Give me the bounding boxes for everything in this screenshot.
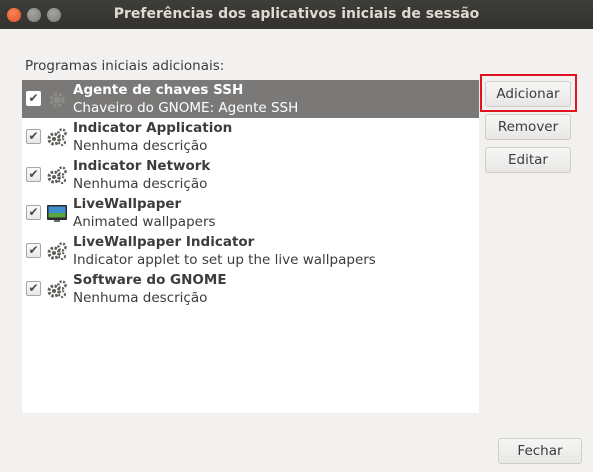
list-item[interactable]: ✔ LiveWallpaper Indicator Indicator appl… [22, 232, 479, 270]
add-button[interactable]: Adicionar [485, 81, 571, 107]
list-item[interactable]: ✔ Indicator Network Nenhuma descrição [22, 156, 479, 194]
program-description: Nenhuma descrição [73, 290, 208, 306]
list-item[interactable]: ✔ Software do GNOME Nenhuma descrição [22, 270, 479, 308]
title-bar: Preferências dos aplicativos iniciais de… [0, 0, 593, 29]
enable-checkbox[interactable]: ✔ [26, 167, 41, 182]
program-description: Animated wallpapers [73, 214, 216, 230]
gear-icon [47, 242, 67, 260]
program-description: Indicator applet to set up the live wall… [73, 252, 376, 268]
program-description: Nenhuma descrição [73, 138, 208, 154]
startup-programs-list[interactable]: ✔ Agente de chaves SSH Chaveiro do GNOME… [22, 80, 479, 413]
enable-checkbox[interactable]: ✔ [26, 91, 41, 106]
wallpaper-icon [47, 205, 67, 222]
edit-button[interactable]: Editar [485, 147, 571, 173]
program-description: Chaveiro do GNOME: Agente SSH [73, 100, 299, 116]
remove-button[interactable]: Remover [485, 114, 571, 140]
program-name: Agente de chaves SSH [73, 82, 244, 98]
list-item[interactable]: ✔ Agente de chaves SSH Chaveiro do GNOME… [22, 80, 479, 118]
window-title: Preferências dos aplicativos iniciais de… [113, 6, 480, 22]
gear-icon [49, 92, 65, 108]
program-name: Software do GNOME [73, 272, 227, 288]
list-item[interactable]: ✔ LiveWallpaper Animated wallpapers [22, 194, 479, 232]
program-name: Indicator Network [73, 158, 211, 174]
gear-icon [47, 128, 67, 146]
program-name: LiveWallpaper Indicator [73, 234, 255, 250]
enable-checkbox[interactable]: ✔ [26, 281, 41, 296]
program-description: Nenhuma descrição [73, 176, 208, 192]
list-item[interactable]: ✔ Indicator Application Nenhuma descriçã… [22, 118, 479, 156]
program-name: LiveWallpaper [73, 196, 182, 212]
program-name: Indicator Application [73, 120, 233, 136]
enable-checkbox[interactable]: ✔ [26, 129, 41, 144]
enable-checkbox[interactable]: ✔ [26, 243, 41, 258]
gear-icon [47, 166, 67, 184]
close-button[interactable]: Fechar [498, 438, 582, 464]
gear-icon [47, 280, 67, 298]
enable-checkbox[interactable]: ✔ [26, 205, 41, 220]
programs-section-label: Programas iniciais adicionais: [25, 58, 225, 74]
